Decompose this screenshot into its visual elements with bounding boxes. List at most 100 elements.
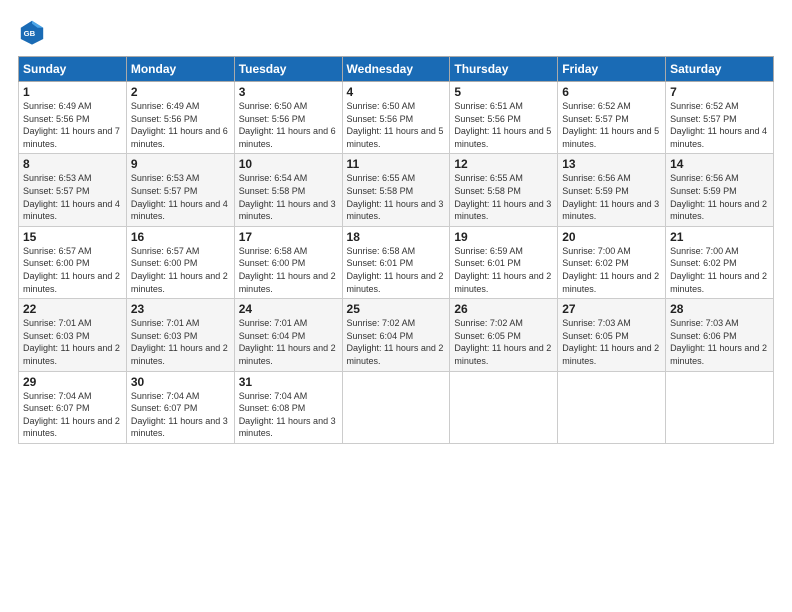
day-info: Sunrise: 7:01 AMSunset: 6:04 PMDaylight:… bbox=[239, 318, 336, 366]
day-number: 1 bbox=[23, 85, 122, 99]
day-cell-29: 29 Sunrise: 7:04 AMSunset: 6:07 PMDayligh… bbox=[19, 371, 127, 443]
week-row-4: 22 Sunrise: 7:01 AMSunset: 6:03 PMDayligh… bbox=[19, 299, 774, 371]
day-cell-17: 17 Sunrise: 6:58 AMSunset: 6:00 PMDayligh… bbox=[234, 226, 342, 298]
day-info: Sunrise: 7:03 AMSunset: 6:05 PMDaylight:… bbox=[562, 318, 659, 366]
day-number: 20 bbox=[562, 230, 661, 244]
day-info: Sunrise: 6:57 AMSunset: 6:00 PMDaylight:… bbox=[131, 246, 228, 294]
day-number: 3 bbox=[239, 85, 338, 99]
day-cell-31: 31 Sunrise: 7:04 AMSunset: 6:08 PMDayligh… bbox=[234, 371, 342, 443]
day-cell-14: 14 Sunrise: 6:56 AMSunset: 5:59 PMDayligh… bbox=[666, 154, 774, 226]
day-info: Sunrise: 6:53 AMSunset: 5:57 PMDaylight:… bbox=[131, 173, 228, 221]
day-number: 28 bbox=[670, 302, 769, 316]
day-info: Sunrise: 7:01 AMSunset: 6:03 PMDaylight:… bbox=[23, 318, 120, 366]
day-info: Sunrise: 6:49 AMSunset: 5:56 PMDaylight:… bbox=[23, 101, 120, 149]
header-row: SundayMondayTuesdayWednesdayThursdayFrid… bbox=[19, 57, 774, 82]
day-number: 12 bbox=[454, 157, 553, 171]
day-cell-18: 18Sunrise: 6:58 AMSunset: 6:01 PMDayligh… bbox=[342, 226, 450, 298]
day-info: Sunrise: 6:52 AMSunset: 5:57 PMDaylight:… bbox=[670, 101, 767, 149]
day-number: 31 bbox=[239, 375, 338, 389]
day-cell-15: 15Sunrise: 6:57 AMSunset: 6:00 PMDayligh… bbox=[19, 226, 127, 298]
day-number: 6 bbox=[562, 85, 661, 99]
day-info: Sunrise: 6:56 AMSunset: 5:59 PMDaylight:… bbox=[670, 173, 767, 221]
day-info: Sunrise: 6:58 AMSunset: 6:00 PMDaylight:… bbox=[239, 246, 336, 294]
day-number: 23 bbox=[131, 302, 230, 316]
logo-icon: GB bbox=[18, 18, 46, 46]
day-number: 5 bbox=[454, 85, 553, 99]
day-cell-16: 16 Sunrise: 6:57 AMSunset: 6:00 PMDayligh… bbox=[126, 226, 234, 298]
day-cell-8: 8 Sunrise: 6:53 AMSunset: 5:57 PMDaylight… bbox=[19, 154, 127, 226]
day-cell-26: 26Sunrise: 7:02 AMSunset: 6:05 PMDayligh… bbox=[450, 299, 558, 371]
day-number: 30 bbox=[131, 375, 230, 389]
day-cell-25: 25Sunrise: 7:02 AMSunset: 6:04 PMDayligh… bbox=[342, 299, 450, 371]
day-number: 2 bbox=[131, 85, 230, 99]
day-number: 21 bbox=[670, 230, 769, 244]
day-info: Sunrise: 6:55 AMSunset: 5:58 PMDaylight:… bbox=[347, 173, 444, 221]
day-info: Sunrise: 6:50 AMSunset: 5:56 PMDaylight:… bbox=[347, 101, 444, 149]
header-cell-sunday: Sunday bbox=[19, 57, 127, 82]
day-cell-6: 6 Sunrise: 6:52 AMSunset: 5:57 PMDaylight… bbox=[558, 82, 666, 154]
svg-text:GB: GB bbox=[24, 29, 36, 38]
day-number: 19 bbox=[454, 230, 553, 244]
day-number: 22 bbox=[23, 302, 122, 316]
day-number: 29 bbox=[23, 375, 122, 389]
day-cell-11: 11 Sunrise: 6:55 AMSunset: 5:58 PMDayligh… bbox=[342, 154, 450, 226]
day-cell-30: 30 Sunrise: 7:04 AMSunset: 6:07 PMDayligh… bbox=[126, 371, 234, 443]
day-info: Sunrise: 7:04 AMSunset: 6:07 PMDaylight:… bbox=[23, 391, 120, 439]
day-info: Sunrise: 7:00 AMSunset: 6:02 PMDaylight:… bbox=[562, 246, 659, 294]
day-cell-5: 5 Sunrise: 6:51 AMSunset: 5:56 PMDaylight… bbox=[450, 82, 558, 154]
day-number: 16 bbox=[131, 230, 230, 244]
day-cell-13: 13 Sunrise: 6:56 AMSunset: 5:59 PMDayligh… bbox=[558, 154, 666, 226]
day-cell-3: 3 Sunrise: 6:50 AMSunset: 5:56 PMDaylight… bbox=[234, 82, 342, 154]
day-cell-9: 9 Sunrise: 6:53 AMSunset: 5:57 PMDaylight… bbox=[126, 154, 234, 226]
day-info: Sunrise: 6:55 AMSunset: 5:58 PMDaylight:… bbox=[454, 173, 551, 221]
logo: GB bbox=[18, 18, 48, 46]
header: GB bbox=[18, 18, 774, 46]
day-info: Sunrise: 6:51 AMSunset: 5:56 PMDaylight:… bbox=[454, 101, 551, 149]
day-cell-20: 20 Sunrise: 7:00 AMSunset: 6:02 PMDayligh… bbox=[558, 226, 666, 298]
day-number: 26 bbox=[454, 302, 553, 316]
empty-cell bbox=[666, 371, 774, 443]
day-number: 8 bbox=[23, 157, 122, 171]
day-info: Sunrise: 6:58 AMSunset: 6:01 PMDaylight:… bbox=[347, 246, 444, 294]
day-number: 14 bbox=[670, 157, 769, 171]
day-info: Sunrise: 7:02 AMSunset: 6:04 PMDaylight:… bbox=[347, 318, 444, 366]
day-info: Sunrise: 7:03 AMSunset: 6:06 PMDaylight:… bbox=[670, 318, 767, 366]
day-number: 7 bbox=[670, 85, 769, 99]
header-cell-tuesday: Tuesday bbox=[234, 57, 342, 82]
day-number: 9 bbox=[131, 157, 230, 171]
header-cell-thursday: Thursday bbox=[450, 57, 558, 82]
day-info: Sunrise: 6:59 AMSunset: 6:01 PMDaylight:… bbox=[454, 246, 551, 294]
day-cell-12: 12 Sunrise: 6:55 AMSunset: 5:58 PMDayligh… bbox=[450, 154, 558, 226]
week-row-2: 8 Sunrise: 6:53 AMSunset: 5:57 PMDaylight… bbox=[19, 154, 774, 226]
day-number: 17 bbox=[239, 230, 338, 244]
week-row-5: 29 Sunrise: 7:04 AMSunset: 6:07 PMDayligh… bbox=[19, 371, 774, 443]
empty-cell bbox=[450, 371, 558, 443]
day-number: 27 bbox=[562, 302, 661, 316]
day-number: 13 bbox=[562, 157, 661, 171]
day-info: Sunrise: 6:57 AMSunset: 6:00 PMDaylight:… bbox=[23, 246, 120, 294]
day-cell-10: 10Sunrise: 6:54 AMSunset: 5:58 PMDayligh… bbox=[234, 154, 342, 226]
day-info: Sunrise: 7:00 AMSunset: 6:02 PMDaylight:… bbox=[670, 246, 767, 294]
header-cell-friday: Friday bbox=[558, 57, 666, 82]
day-info: Sunrise: 6:50 AMSunset: 5:56 PMDaylight:… bbox=[239, 101, 336, 149]
day-cell-24: 24Sunrise: 7:01 AMSunset: 6:04 PMDayligh… bbox=[234, 299, 342, 371]
calendar-table: SundayMondayTuesdayWednesdayThursdayFrid… bbox=[18, 56, 774, 444]
day-cell-21: 21 Sunrise: 7:00 AMSunset: 6:02 PMDayligh… bbox=[666, 226, 774, 298]
day-cell-2: 2 Sunrise: 6:49 AMSunset: 5:56 PMDaylight… bbox=[126, 82, 234, 154]
day-cell-22: 22 Sunrise: 7:01 AMSunset: 6:03 PMDayligh… bbox=[19, 299, 127, 371]
header-cell-saturday: Saturday bbox=[666, 57, 774, 82]
day-number: 11 bbox=[347, 157, 446, 171]
day-info: Sunrise: 7:04 AMSunset: 6:07 PMDaylight:… bbox=[131, 391, 228, 439]
day-info: Sunrise: 6:54 AMSunset: 5:58 PMDaylight:… bbox=[239, 173, 336, 221]
week-row-3: 15Sunrise: 6:57 AMSunset: 6:00 PMDayligh… bbox=[19, 226, 774, 298]
day-cell-1: 1 Sunrise: 6:49 AMSunset: 5:56 PMDaylight… bbox=[19, 82, 127, 154]
day-cell-28: 28 Sunrise: 7:03 AMSunset: 6:06 PMDayligh… bbox=[666, 299, 774, 371]
day-info: Sunrise: 6:49 AMSunset: 5:56 PMDaylight:… bbox=[131, 101, 228, 149]
day-cell-23: 23Sunrise: 7:01 AMSunset: 6:03 PMDayligh… bbox=[126, 299, 234, 371]
day-info: Sunrise: 6:56 AMSunset: 5:59 PMDaylight:… bbox=[562, 173, 659, 221]
day-info: Sunrise: 6:52 AMSunset: 5:57 PMDaylight:… bbox=[562, 101, 659, 149]
week-row-1: 1 Sunrise: 6:49 AMSunset: 5:56 PMDaylight… bbox=[19, 82, 774, 154]
day-info: Sunrise: 7:04 AMSunset: 6:08 PMDaylight:… bbox=[239, 391, 336, 439]
header-cell-monday: Monday bbox=[126, 57, 234, 82]
day-info: Sunrise: 6:53 AMSunset: 5:57 PMDaylight:… bbox=[23, 173, 120, 221]
